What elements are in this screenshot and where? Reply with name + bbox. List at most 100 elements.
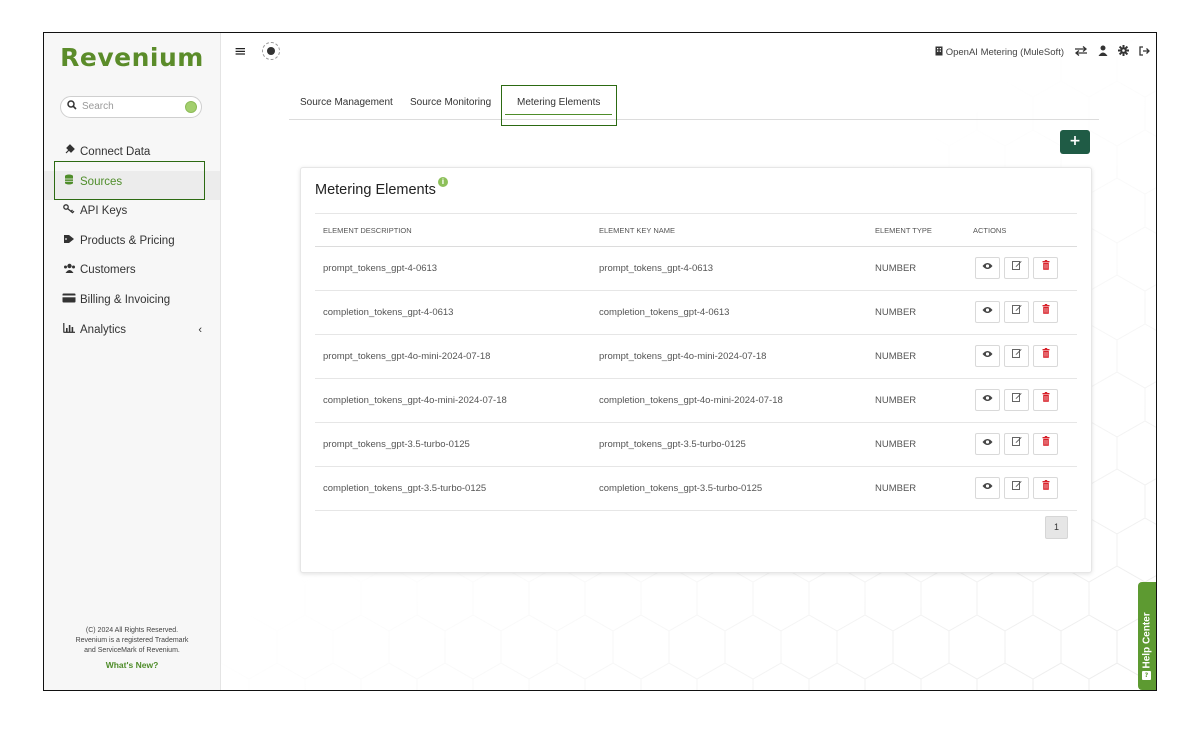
help-center-tab[interactable]: Help Center ?: [1138, 582, 1156, 690]
edit-button[interactable]: [1004, 433, 1029, 455]
column-header-actions: ACTIONS: [973, 226, 1007, 235]
gear-icon[interactable]: [1118, 45, 1129, 59]
table-header: ELEMENT DESCRIPTION ELEMENT KEY NAME ELE…: [315, 213, 1077, 247]
element-description: completion_tokens_gpt-3.5-turbo-0125: [323, 483, 487, 494]
search-box[interactable]: Search: [60, 96, 202, 118]
trash-icon: [1042, 436, 1050, 449]
logout-icon[interactable]: [1139, 45, 1150, 59]
eye-icon: [982, 395, 993, 405]
element-type: NUMBER: [875, 439, 917, 450]
users-icon: [62, 259, 76, 281]
tab-source-management[interactable]: Source Management: [300, 97, 393, 108]
delete-button[interactable]: [1033, 257, 1058, 279]
trash-icon: [1042, 348, 1050, 361]
pagination-page-1[interactable]: 1: [1045, 516, 1068, 539]
table-body: prompt_tokens_gpt-4-0613 prompt_tokens_gp…: [315, 247, 1077, 511]
plug-icon: [62, 141, 76, 163]
servicemark-text: and ServiceMark of Revenium.: [84, 647, 180, 654]
edit-icon: [1011, 261, 1022, 273]
element-description: prompt_tokens_gpt-4-0613: [323, 263, 438, 274]
element-type: NUMBER: [875, 351, 917, 362]
topbar-actions: OpenAI Metering (MuleSoft): [935, 45, 1150, 59]
metering-elements-card: Metering Elements i ELEMENT DESCRIPTION …: [300, 167, 1092, 573]
card-title: Metering Elements: [315, 182, 436, 198]
delete-button[interactable]: [1033, 389, 1058, 411]
element-key-name: prompt_tokens_gpt-4-0613: [599, 263, 714, 274]
delete-button[interactable]: [1033, 345, 1058, 367]
eye-icon: [982, 307, 993, 317]
add-element-button[interactable]: +: [1060, 130, 1090, 154]
sidebar-item-label: Connect Data: [80, 146, 151, 158]
view-button[interactable]: [975, 345, 1000, 367]
edit-icon: [1011, 305, 1022, 317]
delete-button[interactable]: [1033, 301, 1058, 323]
view-button[interactable]: [975, 389, 1000, 411]
delete-button[interactable]: [1033, 433, 1058, 455]
row-actions: [975, 301, 1058, 323]
view-button[interactable]: [975, 433, 1000, 455]
element-type: NUMBER: [875, 263, 917, 274]
element-type: NUMBER: [875, 307, 917, 318]
sidebar-item-label: Products & Pricing: [80, 234, 175, 247]
element-type: NUMBER: [875, 395, 917, 406]
sidebar-item-products-pricing[interactable]: Products & Pricing: [44, 230, 220, 260]
org-selector[interactable]: OpenAI Metering (MuleSoft): [935, 45, 1064, 59]
element-key-name: prompt_tokens_gpt-3.5-turbo-0125: [599, 439, 746, 450]
help-center-label: Help Center: [1141, 612, 1153, 669]
trademark-text: Revenium is a registered Trademark: [75, 637, 189, 644]
element-key-name: prompt_tokens_gpt-4o-mini-2024-07-18: [599, 351, 767, 362]
element-description: prompt_tokens_gpt-4o-mini-2024-07-18: [323, 351, 491, 362]
delete-button[interactable]: [1033, 477, 1058, 499]
sidebar-item-billing-invoicing[interactable]: Billing & Invoicing: [44, 289, 220, 319]
sources-highlight-box: [54, 161, 205, 200]
column-header-key-name: ELEMENT KEY NAME: [599, 226, 675, 235]
bar-chart-icon: [62, 319, 76, 341]
edit-button[interactable]: [1004, 301, 1029, 323]
row-actions: [975, 433, 1058, 455]
tab-source-monitoring[interactable]: Source Monitoring: [410, 97, 491, 108]
element-description: prompt_tokens_gpt-3.5-turbo-0125: [323, 439, 470, 450]
element-key-name: completion_tokens_gpt-3.5-turbo-0125: [599, 483, 763, 494]
table-row: prompt_tokens_gpt-4o-mini-2024-07-18 prom…: [315, 335, 1077, 379]
eye-icon: [982, 483, 993, 493]
edit-button[interactable]: [1004, 477, 1029, 499]
edit-icon: [1011, 393, 1022, 405]
hamburger-menu-icon[interactable]: ≡: [234, 42, 247, 60]
edit-icon: [1011, 437, 1022, 449]
tab-bar: Source Management Source Monitoring Mete…: [289, 83, 1099, 120]
eye-icon: [982, 263, 993, 273]
edit-button[interactable]: [1004, 345, 1029, 367]
eye-icon: [982, 351, 993, 361]
metering-elements-table: ELEMENT DESCRIPTION ELEMENT KEY NAME ELE…: [315, 213, 1077, 511]
trash-icon: [1042, 392, 1050, 405]
key-icon: [62, 200, 76, 222]
sidebar-item-customers[interactable]: Customers: [44, 259, 220, 289]
info-icon[interactable]: i: [438, 177, 448, 187]
view-button[interactable]: [975, 257, 1000, 279]
edit-button[interactable]: [1004, 389, 1029, 411]
view-button[interactable]: [975, 477, 1000, 499]
brand-logo-icon[interactable]: [262, 42, 280, 60]
user-icon[interactable]: [1098, 45, 1108, 59]
search-status-icon: [185, 101, 197, 113]
trash-icon: [1042, 304, 1050, 317]
column-header-type: ELEMENT TYPE: [875, 226, 932, 235]
search-input[interactable]: Search: [82, 101, 114, 112]
swap-icon[interactable]: [1074, 45, 1088, 59]
app-logo[interactable]: Revenium: [44, 43, 220, 72]
view-button[interactable]: [975, 301, 1000, 323]
sidebar-item-analytics[interactable]: Analytics ‹: [44, 319, 220, 349]
help-book-icon: ?: [1142, 671, 1151, 680]
sidebar-item-label: API Keys: [80, 205, 128, 218]
whats-new-link[interactable]: What's New?: [44, 660, 220, 670]
sidebar-item-api-keys[interactable]: API Keys: [44, 200, 220, 230]
building-icon: [935, 45, 943, 59]
row-actions: [975, 389, 1058, 411]
tag-icon: [62, 230, 76, 252]
element-description: completion_tokens_gpt-4-0613: [323, 307, 454, 318]
chevron-left-icon[interactable]: ‹: [198, 319, 202, 341]
edit-button[interactable]: [1004, 257, 1029, 279]
tab-highlight-box: [501, 85, 617, 126]
edit-icon: [1011, 481, 1022, 493]
eye-icon: [982, 439, 993, 449]
